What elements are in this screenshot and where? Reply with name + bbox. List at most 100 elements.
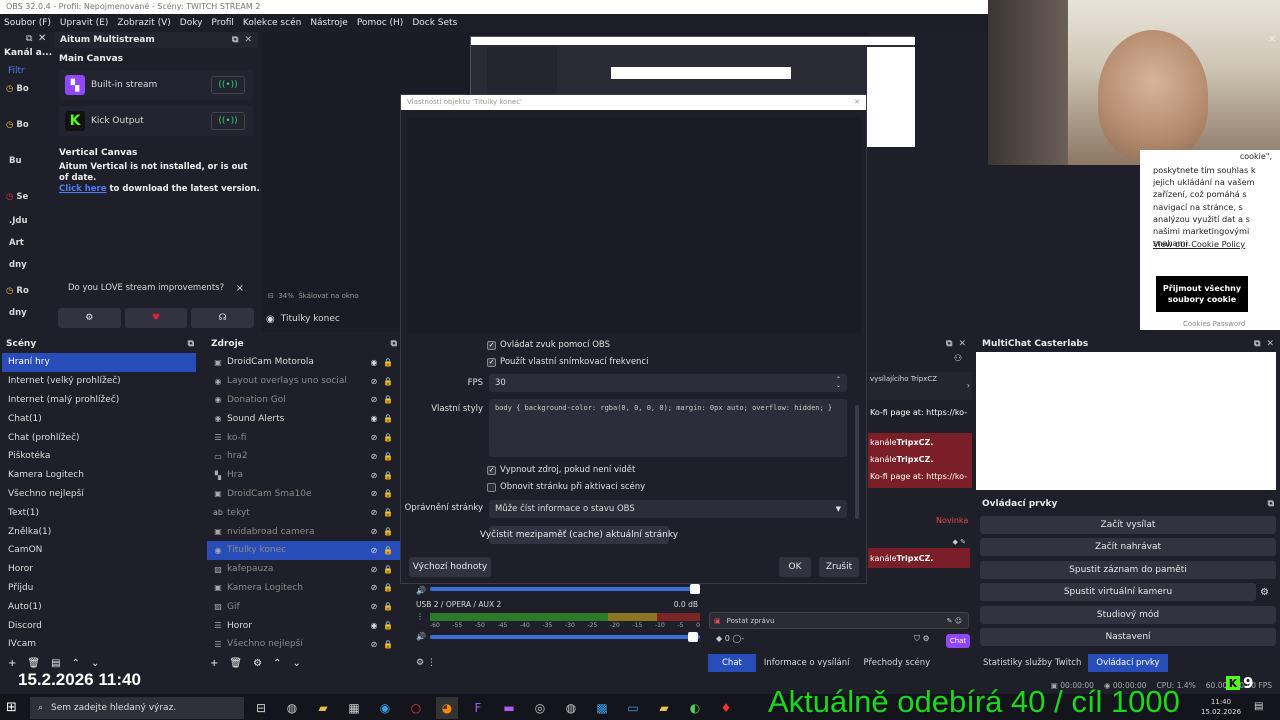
volume-slider-handle[interactable] bbox=[688, 632, 698, 642]
chat-actions-icons[interactable]: ◆ ✎ bbox=[868, 538, 970, 548]
menu-item[interactable]: Dock Sets bbox=[412, 18, 457, 28]
source-item[interactable]: ▣ DroidCam Motorola ◉ 🔒 bbox=[207, 353, 401, 372]
source-item[interactable]: ◉ Sound Alerts ◉ 🔒 bbox=[207, 409, 401, 428]
app-icon[interactable]: ♦ bbox=[715, 697, 737, 719]
ok-button[interactable]: OK bbox=[779, 557, 811, 577]
remove-source-icon[interactable]: 🗑 bbox=[229, 658, 242, 669]
scene-item[interactable]: Hraní hry bbox=[2, 353, 196, 372]
scene-item[interactable]: Discord bbox=[2, 616, 196, 635]
scene-item[interactable]: Text(1) bbox=[2, 503, 196, 522]
notification-icon[interactable]: ▤ bbox=[1254, 701, 1263, 712]
source-item[interactable]: ☰ Horor ◉ 🔒 bbox=[207, 616, 401, 635]
accept-cookies-button[interactable]: Přijmout všechny soubory cookie bbox=[1156, 276, 1248, 312]
channel-filter-link[interactable]: Filtr bbox=[0, 66, 50, 76]
visibility-icon[interactable]: ⊘ bbox=[367, 433, 381, 442]
stream-toggle-button[interactable]: ((•)) bbox=[211, 76, 245, 94]
click-here-link[interactable]: Click here bbox=[59, 184, 107, 194]
settings-icon[interactable]: ⚙ bbox=[58, 308, 121, 328]
volume-slider[interactable] bbox=[430, 587, 700, 591]
firefox-icon[interactable]: ◕ bbox=[436, 697, 458, 719]
multichat-content[interactable] bbox=[976, 352, 1276, 490]
visibility-icon[interactable]: ⊘ bbox=[367, 377, 381, 386]
visibility-icon[interactable]: ◉ bbox=[367, 621, 381, 630]
channel-list-item[interactable]: dny bbox=[6, 308, 27, 318]
visibility-icon[interactable]: ⊘ bbox=[367, 489, 381, 498]
scene-item[interactable]: Horor bbox=[2, 560, 196, 579]
lock-icon[interactable]: 🔒 bbox=[381, 508, 395, 517]
folder-icon[interactable]: ▰ bbox=[312, 697, 334, 719]
tab-chat[interactable]: Chat bbox=[708, 654, 756, 672]
lock-icon[interactable]: 🔒 bbox=[381, 583, 395, 592]
zoom-level[interactable]: 34% bbox=[278, 292, 294, 300]
close-icon[interactable]: ✕ bbox=[958, 339, 966, 349]
virtual-camera-button[interactable]: Spustit virtuální kameru bbox=[980, 583, 1256, 601]
source-item[interactable]: ▨ Gif ⊘ 🔒 bbox=[207, 597, 401, 616]
mixer-menu-icon[interactable]: ⋮ bbox=[416, 612, 424, 621]
replay-buffer-button[interactable]: Spustit záznam do paměti bbox=[980, 561, 1276, 579]
float-icon[interactable]: ⧉ bbox=[1254, 339, 1260, 349]
chat-users-icon[interactable]: ⚇ bbox=[954, 354, 962, 364]
menu-item[interactable]: Zobrazit (V) bbox=[117, 18, 170, 28]
channel-list-item[interactable]: .Jdu bbox=[6, 216, 28, 226]
remove-scene-icon[interactable]: 🗑 bbox=[27, 658, 40, 669]
channel-list-item[interactable]: ◷ Bo bbox=[6, 120, 29, 130]
lock-icon[interactable]: 🔒 bbox=[381, 640, 395, 649]
menu-item[interactable]: Doky bbox=[180, 18, 203, 28]
source-item[interactable]: ◉ Donation Gol ⊘ 🔒 bbox=[207, 391, 401, 410]
source-item[interactable]: ◉ Layout overlays uno social ⊘ 🔒 bbox=[207, 372, 401, 391]
source-item[interactable]: ▚ Hra ⊘ 🔒 bbox=[207, 466, 401, 485]
lock-icon[interactable]: 🔒 bbox=[381, 621, 395, 630]
visibility-icon[interactable]: ⊘ bbox=[367, 583, 381, 592]
discord-icon[interactable]: ☊ bbox=[191, 308, 255, 328]
scene-item[interactable]: Piškotéka bbox=[2, 447, 196, 466]
studio-mode-button[interactable]: Studiový mód bbox=[980, 606, 1276, 624]
add-scene-icon[interactable]: + bbox=[8, 658, 16, 669]
source-item[interactable]: ☰ ko-fi ⊘ 🔒 bbox=[207, 428, 401, 447]
app-icon[interactable]: ◐ bbox=[684, 697, 706, 719]
refresh-checkbox[interactable]: Obnovit stránku při aktivaci scény bbox=[487, 482, 645, 492]
menu-item[interactable]: Pomoc (H) bbox=[357, 18, 404, 28]
visibility-icon[interactable]: ⊘ bbox=[367, 527, 381, 536]
checkbox[interactable] bbox=[487, 482, 496, 492]
lock-icon[interactable]: 🔒 bbox=[381, 546, 395, 555]
source-item[interactable]: ▨ kafepauza ⊘ 🔒 bbox=[207, 560, 401, 579]
lock-icon[interactable]: 🔒 bbox=[381, 377, 395, 386]
lock-icon[interactable]: 🔒 bbox=[381, 527, 395, 536]
visibility-icon[interactable]: ⊘ bbox=[367, 395, 381, 404]
float-icon[interactable]: ⧉ bbox=[391, 339, 397, 349]
visibility-icon[interactable]: ⊘ bbox=[367, 565, 381, 574]
obs-icon[interactable]: ◎ bbox=[529, 697, 551, 719]
lock-icon[interactable]: 🔒 bbox=[381, 565, 395, 574]
volume-slider[interactable] bbox=[430, 635, 700, 639]
love-banner-close[interactable]: × bbox=[236, 283, 244, 294]
visibility-icon[interactable]: ◉ bbox=[367, 358, 381, 367]
float-icon[interactable]: ⧉ bbox=[188, 339, 194, 349]
scene-item[interactable]: IVcam bbox=[2, 635, 196, 654]
visibility-icon[interactable]: ◉ bbox=[367, 414, 381, 423]
dialog-close-icon[interactable]: ✕ bbox=[854, 98, 860, 106]
source-item[interactable]: ◉ Titulky konec ⊘ 🔒 bbox=[207, 540, 401, 560]
scene-item[interactable]: Příjdu bbox=[2, 579, 196, 598]
source-item[interactable]: ▣ nvidabroad camera ⊘ 🔒 bbox=[207, 522, 401, 541]
move-down-icon[interactable]: ⌄ bbox=[91, 658, 99, 669]
clear-cache-button[interactable]: Vyčistit mezipaměť (cache) aktuální strá… bbox=[480, 526, 678, 544]
dock-float-icon[interactable]: ⧉ bbox=[26, 34, 32, 44]
lock-icon[interactable]: 🔒 bbox=[381, 433, 395, 442]
cancel-button[interactable]: Zrušit bbox=[819, 557, 859, 577]
settings-button[interactable]: Nastavení bbox=[980, 628, 1276, 646]
fps-input[interactable]: 30 ⌃ ⌄ bbox=[489, 374, 847, 392]
app-icon[interactable]: ▰ bbox=[653, 697, 675, 719]
float-icon[interactable]: ⧉ bbox=[1268, 499, 1274, 509]
source-item[interactable]: ☰ Všechno nejlepší ⊘ 🔒 bbox=[207, 635, 401, 654]
defaults-button[interactable]: Výchozí hodnoty bbox=[409, 557, 491, 577]
taskbar-clock[interactable]: 11:40 15.02.2026 bbox=[1198, 697, 1244, 717]
taskbar-search[interactable]: ⌕ Sem zadejte hledaný výraz. bbox=[30, 697, 244, 719]
close-icon[interactable]: ✕ bbox=[1268, 34, 1276, 45]
tab-transitions[interactable]: Přechody scény bbox=[857, 654, 936, 672]
scene-item[interactable]: Internet (velký prohlížeč) bbox=[2, 372, 196, 391]
tab-stream-info[interactable]: Informace o vysílání bbox=[756, 654, 858, 672]
lock-icon[interactable]: 🔒 bbox=[381, 358, 395, 367]
lock-icon[interactable]: 🔒 bbox=[381, 395, 395, 404]
css-textarea[interactable]: body { background-color: rgba(0, 0, 0, 0… bbox=[489, 399, 847, 457]
shutdown-checkbox[interactable]: ✓ Vypnout zdroj, pokud není vidět bbox=[487, 465, 635, 475]
